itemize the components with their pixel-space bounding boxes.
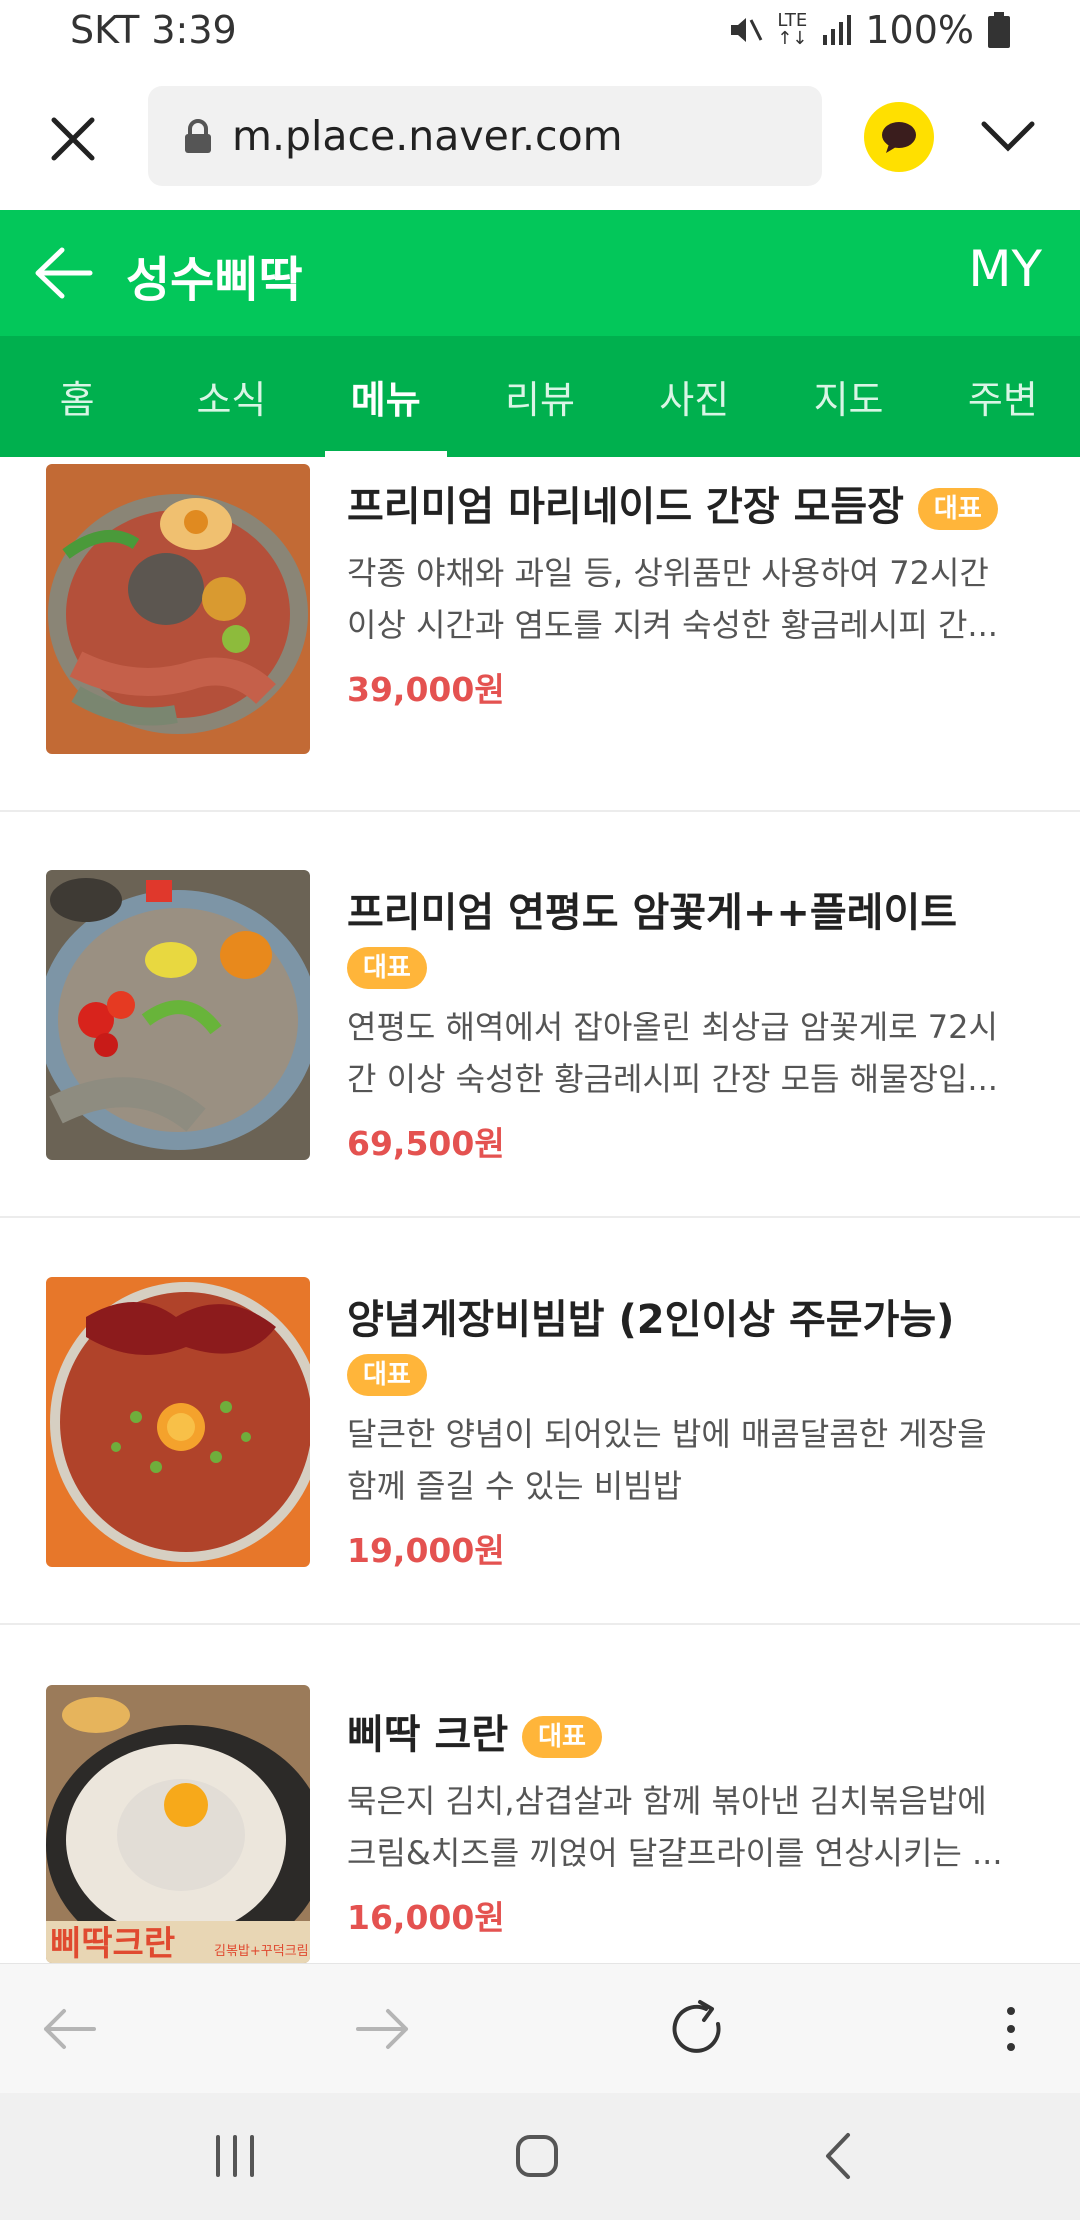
tab-menu[interactable]: 메뉴 xyxy=(309,336,463,457)
menu-item-price: 39,000원 xyxy=(347,670,505,709)
close-icon[interactable] xyxy=(40,106,106,172)
menu-item-price: 19,000원 xyxy=(347,1531,505,1570)
tab-photo[interactable]: 사진 xyxy=(617,336,771,457)
menu-list: 프리미엄 마리네이드 간장 모듬장 대표 각종 야채와 과일 등, 상위품만 사… xyxy=(0,457,1080,1963)
kakaotalk-icon xyxy=(882,122,916,153)
signature-badge: 대표 xyxy=(917,488,998,530)
place-tabs: 홈 소식 메뉴 리뷰 사진 지도 주변 xyxy=(0,336,1080,457)
menu-item-price: 69,500원 xyxy=(347,1124,505,1163)
menu-item-name: 프리미엄 연평도 암꽃게++플레이트 xyxy=(347,890,958,936)
menu-item-description: 달큰한 양념이 되어있는 밥에 매콤달콤한 게장을 함께 즐길 수 있는 비빔밥 xyxy=(347,1415,987,1505)
recents-icon[interactable] xyxy=(202,2123,268,2189)
menu-item-name: 삐딱 크란 xyxy=(347,1712,509,1758)
url-text: m.place.naver.com xyxy=(232,112,623,160)
chevron-down-icon[interactable] xyxy=(978,114,1038,158)
tab-news[interactable]: 소식 xyxy=(154,336,308,457)
menu-item[interactable]: 삐딱크란 김볶밥+꾸덕크림 삐딱 크란 대표 묵은지 김치,삼겹살과 함께 볶아… xyxy=(0,1625,1080,1963)
menu-item-image: 삐딱크란 김볶밥+꾸덕크림 xyxy=(46,1685,310,1963)
menu-item[interactable]: 프리미엄 연평도 암꽃게++플레이트 대표 연평도 해역에서 잡아올린 최상급 … xyxy=(0,812,1080,1218)
back-arrow-icon[interactable] xyxy=(32,244,94,302)
browser-toolbar: m.place.naver.com xyxy=(0,64,1080,210)
signature-badge: 대표 xyxy=(347,1354,427,1396)
place-header: 성수삐딱 MY xyxy=(0,210,1080,336)
home-icon[interactable] xyxy=(504,2123,570,2189)
more-icon[interactable] xyxy=(976,1994,1046,2064)
tab-nearby[interactable]: 주변 xyxy=(926,336,1080,457)
battery-percent: 100% xyxy=(865,8,974,52)
signature-badge: 대표 xyxy=(347,947,427,989)
address-bar[interactable]: m.place.naver.com xyxy=(148,86,822,186)
status-carrier-time: SKT 3:39 xyxy=(70,8,237,52)
refresh-icon[interactable] xyxy=(662,1994,732,2064)
image-subcaption: 김볶밥+꾸덕크림 xyxy=(214,1944,309,1959)
status-bar: SKT 3:39 LTE ↑↓ 100% xyxy=(0,0,1080,64)
browser-bottom-bar xyxy=(0,1963,1080,2093)
nav-back-icon[interactable] xyxy=(806,2123,872,2189)
menu-item[interactable]: 양념게장비빔밥 (2인이상 주문가능) 대표 달큰한 양념이 되어있는 밥에 매… xyxy=(0,1218,1080,1625)
system-nav-bar xyxy=(0,2093,1080,2220)
menu-item-image xyxy=(46,870,310,1160)
menu-item-image xyxy=(46,464,310,754)
mute-icon xyxy=(731,18,763,42)
status-icons: LTE ↑↓ 100% xyxy=(727,8,1010,52)
place-title: 성수삐딱 xyxy=(126,252,303,308)
browser-back-icon[interactable] xyxy=(34,1994,104,2064)
my-button[interactable]: MY xyxy=(968,240,1042,298)
forward-arrow-icon[interactable] xyxy=(348,1994,418,2064)
menu-item-name: 프리미엄 마리네이드 간장 모듬장 xyxy=(347,484,904,530)
signature-badge: 대표 xyxy=(522,1716,602,1758)
image-caption: 삐딱크란 xyxy=(50,1924,175,1963)
kakaotalk-button[interactable] xyxy=(864,102,934,172)
lock-icon xyxy=(185,119,211,153)
network-indicator: LTE ↑↓ xyxy=(777,10,808,49)
menu-item-name: 양념게장비빔밥 (2인이상 주문가능) xyxy=(347,1297,955,1343)
menu-item-price: 16,000원 xyxy=(347,1898,505,1937)
signal-icon xyxy=(823,15,852,45)
tab-map[interactable]: 지도 xyxy=(771,336,925,457)
menu-item-description: 묵은지 김치,삼겹살과 함께 볶아낸 김치볶음밥에 크림&치즈를 끼얹어 달걀프… xyxy=(347,1782,1003,1872)
menu-item[interactable]: 프리미엄 마리네이드 간장 모듬장 대표 각종 야채와 과일 등, 상위품만 사… xyxy=(0,457,1080,812)
menu-item-description: 각종 야채와 과일 등, 상위품만 사용하여 72시간 이상 시간과 염도를 지… xyxy=(347,554,998,644)
menu-item-description: 연평도 해역에서 잡아올린 최상급 암꽃게로 72시 간 이상 숙성한 황금레시… xyxy=(347,1008,998,1098)
menu-item-image xyxy=(46,1277,310,1567)
battery-icon xyxy=(988,12,1010,48)
tab-review[interactable]: 리뷰 xyxy=(463,336,617,457)
tab-home[interactable]: 홈 xyxy=(0,336,154,457)
